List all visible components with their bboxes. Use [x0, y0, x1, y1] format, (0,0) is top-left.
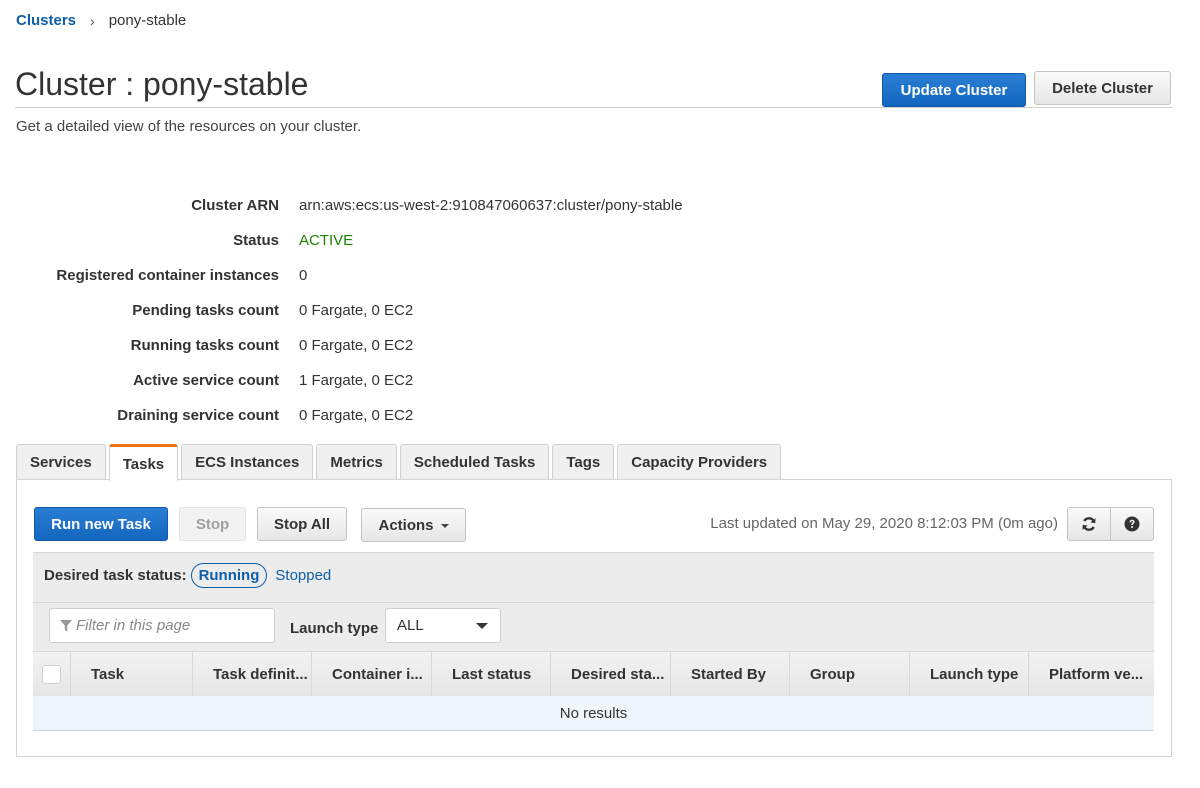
running-tasks-value: 0 Fargate, 0 EC2: [299, 337, 414, 354]
page-subtitle: Get a detailed view of the resources on …: [16, 118, 362, 135]
column-header-platform-version[interactable]: Platform ve...: [1028, 652, 1154, 696]
tab-bar: Services Tasks ECS Instances Metrics Sch…: [16, 444, 784, 481]
desired-status-label: Desired task status:: [44, 567, 187, 584]
table-header: Task Task definit... Container i... Last…: [33, 651, 1154, 696]
column-header-started-by[interactable]: Started By: [670, 652, 789, 696]
chevron-right-icon: ›: [90, 12, 95, 29]
detail-row-status: Status ACTIVE: [0, 223, 800, 258]
tab-tags[interactable]: Tags: [552, 444, 615, 480]
column-header-desired-status[interactable]: Desired sta...: [550, 652, 670, 696]
select-all-cell: [33, 652, 70, 696]
actions-dropdown-button[interactable]: Actions: [361, 508, 466, 542]
stop-button[interactable]: Stop: [179, 507, 246, 541]
refresh-button[interactable]: [1068, 508, 1110, 540]
select-all-checkbox[interactable]: [42, 664, 61, 684]
detail-label: Running tasks count: [130, 337, 279, 354]
column-header-task-definition[interactable]: Task definit...: [192, 652, 311, 696]
detail-label: Status: [233, 232, 279, 249]
status-running-pill[interactable]: Running: [190, 563, 268, 588]
icon-button-group: [1067, 507, 1154, 541]
detail-row-pending-tasks: Pending tasks count 0 Fargate, 0 EC2: [0, 293, 800, 328]
header-divider: [15, 107, 1172, 108]
caret-down-icon: [476, 622, 488, 629]
no-results-row: No results: [33, 696, 1154, 731]
tab-services[interactable]: Services: [16, 444, 106, 480]
delete-cluster-button[interactable]: Delete Cluster: [1034, 71, 1171, 105]
stop-all-button[interactable]: Stop All: [257, 507, 347, 541]
draining-services-value: 0 Fargate, 0 EC2: [299, 407, 414, 424]
column-header-group[interactable]: Group: [789, 652, 909, 696]
launch-type-value: ALL: [397, 617, 424, 634]
update-cluster-button[interactable]: Update Cluster: [882, 73, 1026, 107]
tab-scheduled-tasks[interactable]: Scheduled Tasks: [399, 444, 550, 480]
column-header-launch-type[interactable]: Launch type: [909, 652, 1028, 696]
detail-row-draining-services: Draining service count 0 Fargate, 0 EC2: [0, 398, 800, 433]
launch-type-select[interactable]: ALL: [385, 608, 501, 643]
last-updated-text: Last updated on May 29, 2020 8:12:03 PM …: [710, 515, 1058, 532]
detail-row-cluster-arn: Cluster ARN arn:aws:ecs:us-west-2:910847…: [0, 188, 800, 223]
refresh-icon: [1082, 517, 1096, 531]
breadcrumb-clusters-link[interactable]: Clusters: [16, 12, 76, 29]
question-circle-icon: [1124, 516, 1140, 532]
desired-status-filter: Desired task status: Running Stopped: [44, 563, 331, 588]
tab-ecs-instances[interactable]: ECS Instances: [181, 444, 314, 480]
filter-input[interactable]: Filter in this page: [49, 608, 275, 643]
breadcrumb: Clusters › pony-stable: [16, 12, 186, 29]
column-header-last-status[interactable]: Last status: [431, 652, 550, 696]
filter-divider: [33, 602, 1154, 603]
tab-capacity-providers[interactable]: Capacity Providers: [617, 444, 782, 480]
detail-row-registered-instances: Registered container instances 0: [0, 258, 800, 293]
detail-label: Cluster ARN: [191, 197, 279, 214]
actions-label: Actions: [378, 516, 434, 534]
tab-tasks[interactable]: Tasks: [108, 444, 179, 481]
launch-type-label: Launch type: [290, 620, 379, 637]
caret-down-icon: [440, 524, 449, 528]
tab-metrics[interactable]: Metrics: [316, 444, 397, 480]
page-title: Cluster : pony-stable: [15, 66, 309, 102]
cluster-arn-value: arn:aws:ecs:us-west-2:910847060637:clust…: [299, 197, 683, 214]
detail-row-running-tasks: Running tasks count 0 Fargate, 0 EC2: [0, 328, 800, 363]
filter-placeholder: Filter in this page: [76, 617, 191, 634]
registered-instances-value: 0: [299, 267, 308, 284]
pending-tasks-value: 0 Fargate, 0 EC2: [299, 302, 414, 319]
help-button[interactable]: [1110, 508, 1153, 540]
tasks-table: Task Task definit... Container i... Last…: [33, 651, 1154, 731]
filter-area: Desired task status: Running Stopped Fil…: [33, 553, 1154, 653]
active-services-value: 1 Fargate, 0 EC2: [299, 372, 414, 389]
detail-label: Registered container instances: [56, 267, 279, 284]
detail-label: Pending tasks count: [132, 302, 279, 319]
filter-icon: [60, 619, 72, 631]
detail-label: Draining service count: [117, 407, 279, 424]
detail-row-active-services: Active service count 1 Fargate, 0 EC2: [0, 363, 800, 398]
column-header-container-instance[interactable]: Container i...: [311, 652, 431, 696]
status-value: ACTIVE: [299, 232, 354, 249]
breadcrumb-current: pony-stable: [108, 12, 187, 29]
status-stopped-link[interactable]: Stopped: [275, 567, 331, 584]
column-header-task[interactable]: Task: [70, 652, 192, 696]
run-new-task-button[interactable]: Run new Task: [34, 507, 168, 541]
detail-label: Active service count: [133, 372, 279, 389]
cluster-details: Cluster ARN arn:aws:ecs:us-west-2:910847…: [0, 188, 800, 433]
